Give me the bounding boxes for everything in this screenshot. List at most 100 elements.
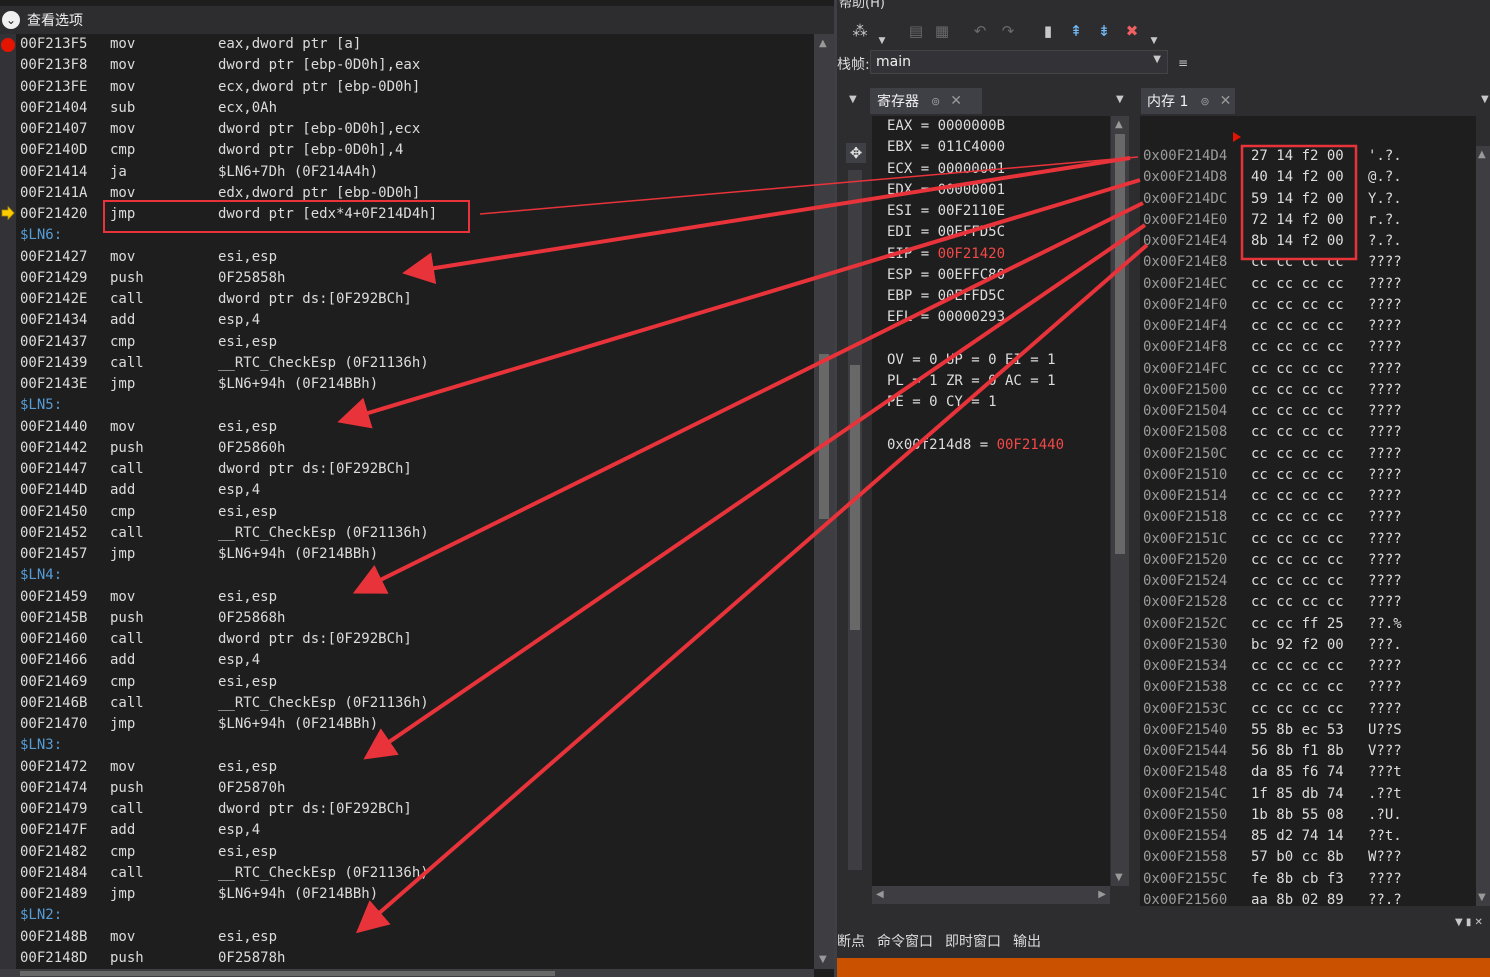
scroll-down-icon[interactable]: ▼ <box>1115 872 1123 883</box>
disassembly-line[interactable]: 00F21474 push 0F25870h <box>20 778 810 799</box>
disassembly-line[interactable]: 00F21466 add esp,4 <box>20 650 810 671</box>
tab-memory-1[interactable]: 内存 1 ⊚ ✕ <box>1141 88 1235 114</box>
breakpoint-icon[interactable] <box>1 38 15 52</box>
disassembly-line[interactable]: 00F21437 cmp esi,esp <box>20 332 810 353</box>
scroll-down-icon[interactable]: ▼ <box>1478 892 1486 903</box>
disassembly-line[interactable]: 00F21452 call __RTC_CheckEsp (0F21136h) <box>20 523 810 544</box>
disassembly-line[interactable]: 00F213F8 mov dword ptr [ebp-0D0h],eax <box>20 55 810 76</box>
hex-display-icon[interactable]: ⁂ <box>849 20 871 42</box>
toolbar-dropdown-icon[interactable]: ▼ <box>1143 30 1165 52</box>
side-scrollbar[interactable] <box>848 170 862 870</box>
disassembly-line[interactable]: 00F21450 cmp esi,esp <box>20 502 810 523</box>
threads-icon[interactable]: ▦ <box>931 20 953 42</box>
view-options-toggle[interactable]: ⌄ <box>2 11 20 29</box>
window-menu-icon[interactable]: ▼ <box>1116 94 1124 105</box>
window-menu-icon[interactable]: ▼ <box>1481 94 1489 105</box>
memory-vertical-scrollbar[interactable]: ▲ ▼ <box>1476 146 1490 906</box>
pin-icon[interactable]: ⊚ <box>1200 95 1209 108</box>
disassembly-line[interactable]: 00F21482 cmp esi,esp <box>20 842 810 863</box>
tab-registers[interactable]: 寄存器 ⊚ ✕ <box>870 88 982 114</box>
disassembly-line[interactable]: 00F21459 mov esi,esp <box>20 587 810 608</box>
close-icon[interactable]: ✕ <box>950 93 962 109</box>
disassembly-label[interactable]: $LN4: <box>20 565 810 586</box>
disassembly-line[interactable]: 00F21469 cmp esi,esp <box>20 672 810 693</box>
clear-bookmarks-icon[interactable]: ✖ <box>1121 20 1143 42</box>
instruction-mnemonic: mov <box>110 184 136 201</box>
disassembly-line[interactable]: 00F2142E call dword ptr ds:[0F292BCh] <box>20 289 810 310</box>
scroll-right-icon[interactable]: ▶ <box>1098 889 1106 900</box>
disassembly-line[interactable]: 00F21484 call __RTC_CheckEsp (0F21136h) <box>20 863 810 884</box>
disassembly-line[interactable]: 00F21429 push 0F25858h <box>20 268 810 289</box>
scroll-left-icon[interactable]: ◀ <box>876 889 884 900</box>
memory-bytes: 72 14 f2 00 <box>1251 211 1344 228</box>
scrollbar-thumb[interactable] <box>850 365 860 630</box>
disassembly-line[interactable]: 00F21407 mov dword ptr [ebp-0D0h],ecx <box>20 119 810 140</box>
disassembly-line[interactable]: 00F21404 sub ecx,0Ah <box>20 98 810 119</box>
tab-breakpoints[interactable]: 断点 <box>837 931 865 951</box>
disassembly-line[interactable]: 00F21434 add esp,4 <box>20 310 810 331</box>
disassembly-line[interactable]: 00F2143E jmp $LN6+94h (0F214BBh) <box>20 374 810 395</box>
scrollbar-thumb[interactable] <box>20 971 555 976</box>
disassembly-line[interactable]: 00F2148D push 0F25878h <box>20 948 810 969</box>
memory-address-bar[interactable] <box>1140 116 1476 146</box>
disassembly-line[interactable]: 00F213FE mov ecx,dword ptr [ebp-0D0h] <box>20 77 810 98</box>
disassembly-line[interactable]: 00F2141A mov edx,dword ptr [ebp-0D0h] <box>20 183 810 204</box>
breakpoint-gutter[interactable] <box>0 34 16 977</box>
scroll-up-icon[interactable]: ▲ <box>819 38 827 49</box>
scrollbar-thumb[interactable] <box>819 354 829 519</box>
bookmark-icon[interactable]: ▮ <box>1037 20 1059 42</box>
tab-output[interactable]: 输出 <box>1013 931 1041 951</box>
menu-help[interactable]: 帮助(H) <box>839 0 885 11</box>
disassembly-line[interactable]: 00F2148B mov esi,esp <box>20 927 810 948</box>
tab-immediate-window[interactable]: 即时窗口 <box>945 931 1001 951</box>
prev-bookmark-icon[interactable]: ⇞ <box>1065 20 1087 42</box>
disassembly-line[interactable]: 00F21460 call dword ptr ds:[0F292BCh] <box>20 629 810 650</box>
disassembly-line[interactable]: 00F2144D add esp,4 <box>20 480 810 501</box>
disassembly-line[interactable]: 00F2145B push 0F25868h <box>20 608 810 629</box>
disassembly-line[interactable]: 00F2147F add esp,4 <box>20 820 810 841</box>
disassembly-line[interactable]: 00F21414 ja $LN6+7Dh (0F214A4h) <box>20 162 810 183</box>
scroll-up-icon[interactable]: ▲ <box>1115 119 1123 130</box>
memory-body[interactable]: 0x00F214D4 27 14 f2 00 '.?. 0x00F214D8 40 14… <box>1140 146 1476 906</box>
disassembly-line[interactable]: 00F2146B call __RTC_CheckEsp (0F21136h) <box>20 693 810 714</box>
splitter-move-icon[interactable]: ✥ <box>846 143 866 163</box>
disassembly-line[interactable]: 00F2140D cmp dword ptr [ebp-0D0h],4 <box>20 140 810 161</box>
disassembly-label[interactable]: $LN5: <box>20 395 810 416</box>
disassembly-line[interactable]: 00F21489 jmp $LN6+94h (0F214BBh) <box>20 884 810 905</box>
redo-icon[interactable]: ↷ <box>997 20 1019 42</box>
close-icon[interactable]: ✕ <box>1220 93 1232 109</box>
disassembly-horizontal-scrollbar[interactable] <box>0 969 814 977</box>
disassembly-line[interactable]: 00F21420 jmp dword ptr [edx*4+0F214D4h] <box>20 204 810 225</box>
disassembly-line[interactable]: 00F21472 mov esi,esp <box>20 757 810 778</box>
panel-controls-icon[interactable]: ▼ ▮ ✕ <box>1455 917 1483 928</box>
disassembly-line[interactable]: 00F21447 call dword ptr ds:[0F292BCh] <box>20 459 810 480</box>
pin-icon[interactable]: ⊚ <box>931 95 940 108</box>
disassembly-line[interactable]: 00F21479 call dword ptr ds:[0F292BCh] <box>20 799 810 820</box>
disassembly-label[interactable]: $LN6: <box>20 225 810 246</box>
stack-frame-select[interactable]: main ▼ <box>870 50 1168 74</box>
scroll-up-icon[interactable]: ▲ <box>1478 149 1486 160</box>
disassembly-line[interactable]: 00F21442 push 0F25860h <box>20 438 810 459</box>
disassembly-line[interactable]: 00F21457 jmp $LN6+94h (0F214BBh) <box>20 544 810 565</box>
disassembly-code[interactable]: 00F213F5 mov eax,dword ptr [a] 00F213F8 mov d… <box>20 34 810 969</box>
disassembly-line[interactable]: 00F21427 mov esi,esp <box>20 247 810 268</box>
registers-horizontal-scrollbar[interactable]: ◀ ▶ <box>872 886 1110 904</box>
toolbar-dropdown-icon[interactable]: ▼ <box>871 30 893 52</box>
scrollbar-thumb[interactable] <box>1115 134 1125 554</box>
disassembly-label[interactable]: $LN2: <box>20 905 810 926</box>
disassembly-line[interactable]: 00F21439 call __RTC_CheckEsp (0F21136h) <box>20 353 810 374</box>
scroll-down-icon[interactable]: ▼ <box>819 954 827 965</box>
window-menu-icon[interactable]: ▼ <box>849 94 857 105</box>
undo-icon[interactable]: ↶ <box>969 20 991 42</box>
disassembly-line[interactable]: 00F21440 mov esi,esp <box>20 417 810 438</box>
step-icon[interactable]: ▤ <box>905 20 927 42</box>
disassembly-vertical-scrollbar[interactable]: ▲ ▼ <box>814 34 834 969</box>
registers-vertical-scrollbar[interactable]: ▲ ▼ <box>1111 116 1129 886</box>
disassembly-line[interactable]: 00F213F5 mov eax,dword ptr [a] <box>20 34 810 55</box>
instruction-mnemonic: call <box>110 354 144 371</box>
next-bookmark-icon[interactable]: ⇟ <box>1093 20 1115 42</box>
disassembly-line[interactable]: 00F21470 jmp $LN6+94h (0F214BBh) <box>20 714 810 735</box>
toolbar-overflow-icon[interactable]: ≡ <box>1178 56 1188 70</box>
tab-command-window[interactable]: 命令窗口 <box>877 931 933 951</box>
disassembly-label[interactable]: $LN3: <box>20 735 810 756</box>
